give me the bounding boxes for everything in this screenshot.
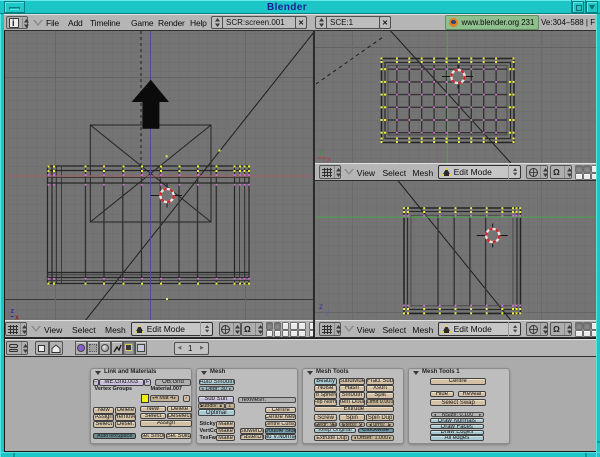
svg-text:z: z (11, 308, 15, 315)
svg-text:z: z (319, 302, 323, 311)
svg-text:y: y (319, 147, 323, 156)
svg-text:y: y (325, 308, 329, 317)
svg-text:x: x (327, 155, 331, 163)
